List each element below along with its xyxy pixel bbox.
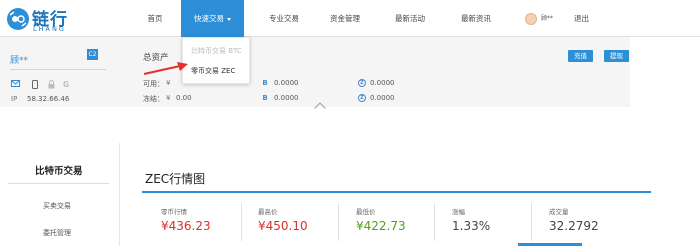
stat-label-high: 最高价	[258, 208, 278, 216]
nav-quick-trade[interactable]: 快速交易	[181, 0, 244, 37]
sidebar-title: 比特币交易	[35, 166, 83, 177]
dropdown-item-zec[interactable]: 零币交易 ZEC	[191, 66, 235, 76]
divider	[338, 203, 339, 241]
cny-symbol: ¥	[166, 79, 171, 87]
nav-quick-trade-label: 快速交易	[194, 14, 224, 23]
avatar[interactable]	[525, 13, 537, 25]
account-panel	[0, 37, 630, 107]
frozen-zec: 0.0000	[370, 94, 395, 102]
logout-link[interactable]: 退出	[574, 13, 589, 24]
stat-value-volume: 32.2792	[549, 219, 599, 233]
available-btc: 0.0000	[274, 79, 299, 87]
dropdown-item-btc[interactable]: 比特币交易 BTC	[191, 46, 242, 56]
market-title: ZEC行情图	[145, 172, 206, 186]
divider	[10, 69, 106, 70]
nav-pro-trade[interactable]: 专业交易	[262, 0, 306, 37]
stat-label-change: 涨幅	[452, 208, 465, 216]
stat-value-low: ¥422.73	[356, 219, 406, 233]
stat-label-volume: 成交量	[549, 208, 569, 216]
stat-value-price: ¥436.23	[161, 219, 211, 233]
frozen-btc: 0.0000	[274, 94, 299, 102]
stat-label-price: 零币行情	[161, 208, 187, 216]
sidebar-item-orders[interactable]: 委托管理	[43, 228, 71, 238]
email-verified-icon[interactable]	[11, 80, 20, 89]
nav-funds[interactable]: 资金管理	[323, 0, 367, 37]
stat-value-high: ¥450.10	[258, 219, 308, 233]
quick-trade-dropdown	[182, 37, 250, 84]
available-label: 可用：	[143, 80, 164, 88]
withdraw-button[interactable]: 提现	[604, 50, 629, 62]
frozen-cny: 0.00	[176, 94, 192, 102]
nav-username[interactable]: 顾**	[541, 13, 553, 22]
nav-activities[interactable]: 最新活动	[388, 0, 432, 37]
frozen-label: 冻结：	[143, 95, 164, 103]
stat-label-low: 最低价	[356, 208, 376, 216]
divider	[531, 203, 532, 241]
sidebar-item-trade[interactable]: 买卖交易	[43, 201, 71, 211]
ip-label: IP	[11, 95, 18, 103]
cny-symbol: ¥	[166, 94, 171, 102]
divider	[434, 203, 435, 241]
google-auth-icon[interactable]: G	[63, 80, 69, 89]
lock-icon[interactable]	[48, 80, 55, 91]
divider	[241, 203, 242, 241]
available-zec: 0.0000	[370, 79, 395, 87]
account-name: 顾**	[10, 56, 29, 66]
btc-icon: B	[262, 79, 268, 87]
logo-icon[interactable]	[7, 8, 29, 30]
recharge-button[interactable]: 充值	[568, 50, 593, 62]
stat-value-change: 1.33%	[452, 219, 491, 233]
level-badge: C2	[87, 49, 98, 60]
caret-down-icon	[227, 17, 231, 21]
zec-icon: Z	[358, 94, 366, 102]
logo-subtext: LHANG	[33, 25, 66, 33]
zec-icon: Z	[358, 79, 366, 87]
btc-icon: B	[262, 94, 268, 102]
nav-news[interactable]: 最新资讯	[454, 0, 498, 37]
ip-value: 58.32.66.46	[27, 95, 70, 103]
divider	[8, 183, 109, 184]
divider	[142, 191, 651, 193]
phone-icon[interactable]	[32, 80, 38, 91]
nav-home[interactable]: 首页	[136, 0, 174, 37]
pointer-arrow-icon	[143, 62, 188, 75]
